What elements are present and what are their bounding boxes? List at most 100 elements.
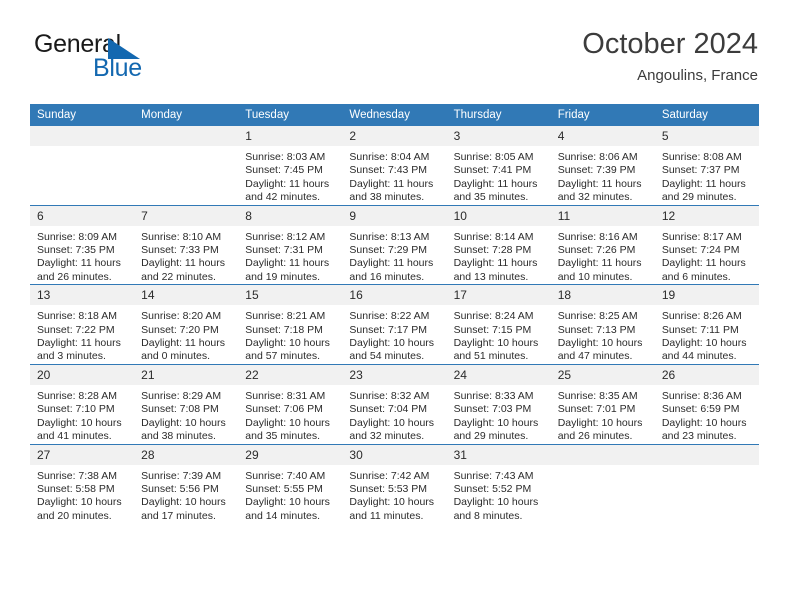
sunrise-text: Sunrise: 7:40 AM: [245, 469, 326, 482]
weekday-header-saturday: Saturday: [654, 104, 759, 126]
sunrise-text: Sunrise: 7:42 AM: [349, 469, 430, 482]
day-details: Sunrise: 8:14 AM Sunset: 7:28 PM Daylight:…: [447, 226, 551, 285]
day-number: 16: [342, 285, 447, 306]
day-details: Sunrise: 7:43 AM Sunset: 5:52 PM Daylight:…: [447, 465, 551, 524]
day-cell[interactable]: 7 Sunrise: 8:10 AM Sunset: 7:33 PM Daylight…: [134, 204, 239, 285]
day-cell[interactable]: 14 Sunrise: 8:20 AM Sunset: 7:20 PM Dayligh…: [134, 284, 239, 365]
day-number: 15: [238, 285, 343, 306]
calendar-week-row: 13 Sunrise: 8:18 AM Sunset: 7:22 PM Dayligh…: [30, 284, 759, 365]
day-cell[interactable]: 31 Sunrise: 7:43 AM Sunset: 5:52 PM Dayligh…: [446, 443, 551, 524]
day-number: 10: [446, 205, 551, 226]
day-cell[interactable]: 4 Sunrise: 8:06 AM Sunset: 7:39 PM Daylight…: [550, 126, 655, 205]
day-cell[interactable]: 24 Sunrise: 8:33 AM Sunset: 7:03 PM Dayligh…: [446, 363, 551, 444]
day-cell[interactable]: 2 Sunrise: 8:04 AM Sunset: 7:43 PM Daylight…: [342, 126, 447, 205]
day-details: Sunrise: 8:04 AM Sunset: 7:43 PM Daylight:…: [342, 146, 446, 205]
day-cell[interactable]: 19 Sunrise: 8:26 AM Sunset: 7:11 PM Dayligh…: [654, 284, 759, 365]
day-cell[interactable]: 3 Sunrise: 8:05 AM Sunset: 7:41 PM Daylight…: [446, 126, 551, 205]
daylight-text: Daylight: 11 hours and 3 minutes.: [37, 337, 121, 363]
day-number: 29: [238, 444, 343, 465]
weekday-header-wednesday: Wednesday: [342, 104, 447, 126]
day-details: Sunrise: 8:35 AM Sunset: 7:01 PM Daylight:…: [551, 385, 655, 444]
day-cell[interactable]: 10 Sunrise: 8:14 AM Sunset: 7:28 PM Dayligh…: [446, 204, 551, 285]
daylight-text: Daylight: 10 hours and 38 minutes.: [141, 416, 226, 443]
sunset-text: Sunset: 7:26 PM: [557, 244, 636, 257]
daylight-text: Daylight: 11 hours and 42 minutes.: [245, 177, 330, 204]
day-number: [30, 126, 135, 146]
day-details: Sunrise: 8:18 AM Sunset: 7:22 PM Daylight:…: [30, 305, 134, 364]
day-cell[interactable]: 18 Sunrise: 8:25 AM Sunset: 7:13 PM Dayligh…: [550, 284, 655, 365]
sunrise-text: Sunrise: 8:10 AM: [141, 230, 222, 243]
daylight-text: Daylight: 11 hours and 6 minutes.: [661, 257, 746, 283]
day-cell[interactable]: 5 Sunrise: 8:08 AM Sunset: 7:37 PM Daylight…: [654, 126, 759, 205]
brand-name-blue: Blue: [93, 54, 142, 82]
sunset-text: Sunset: 7:03 PM: [453, 403, 532, 416]
day-number: 1: [238, 126, 343, 146]
day-cell[interactable]: 11 Sunrise: 8:16 AM Sunset: 7:26 PM Dayligh…: [550, 204, 655, 285]
day-number: 21: [134, 364, 239, 385]
sunset-text: Sunset: 7:29 PM: [349, 244, 428, 257]
sunset-text: Sunset: 7:20 PM: [141, 323, 219, 336]
weekday-header-monday: Monday: [134, 104, 239, 126]
sunset-text: Sunset: 7:31 PM: [245, 244, 323, 257]
day-number: 31: [446, 444, 551, 465]
day-cell[interactable]: 26 Sunrise: 8:36 AM Sunset: 6:59 PM Dayligh…: [654, 363, 759, 444]
day-cell[interactable]: 16 Sunrise: 8:22 AM Sunset: 7:17 PM Dayligh…: [342, 284, 447, 365]
sunset-text: Sunset: 7:01 PM: [557, 403, 636, 416]
day-cell[interactable]: 12 Sunrise: 8:17 AM Sunset: 7:24 PM Dayligh…: [654, 204, 759, 285]
day-details: Sunrise: 8:05 AM Sunset: 7:41 PM Daylight:…: [447, 146, 551, 205]
sunrise-text: Sunrise: 8:25 AM: [557, 310, 638, 323]
daylight-text: Daylight: 11 hours and 0 minutes.: [141, 337, 225, 363]
sunrise-text: Sunrise: 8:17 AM: [661, 230, 742, 243]
day-cell-empty: [30, 126, 135, 205]
sunset-text: Sunset: 5:52 PM: [453, 482, 532, 495]
day-cell[interactable]: 15 Sunrise: 8:21 AM Sunset: 7:18 PM Dayligh…: [238, 284, 343, 365]
day-cell[interactable]: 29 Sunrise: 7:40 AM Sunset: 5:55 PM Dayligh…: [238, 443, 343, 524]
day-number: 5: [654, 126, 759, 146]
day-number: 9: [342, 205, 447, 226]
day-number: 2: [342, 126, 447, 146]
day-number: 19: [654, 285, 759, 306]
daylight-text: Daylight: 11 hours and 16 minutes.: [349, 257, 434, 283]
day-details: Sunrise: 7:42 AM Sunset: 5:53 PM Daylight:…: [342, 465, 446, 524]
day-cell[interactable]: 9 Sunrise: 8:13 AM Sunset: 7:29 PM Daylight…: [342, 204, 447, 285]
day-number: 25: [550, 364, 655, 385]
brand-logo[interactable]: General Blue: [34, 32, 254, 90]
day-cell[interactable]: 6 Sunrise: 8:09 AM Sunset: 7:35 PM Daylight…: [30, 204, 135, 285]
sunrise-text: Sunrise: 8:05 AM: [453, 151, 534, 163]
day-number: 6: [30, 205, 135, 226]
day-details: Sunrise: 8:29 AM Sunset: 7:08 PM Daylight:…: [134, 385, 238, 444]
daylight-text: Daylight: 10 hours and 26 minutes.: [557, 416, 643, 443]
sunrise-text: Sunrise: 8:22 AM: [349, 310, 430, 323]
sunrise-text: Sunrise: 8:36 AM: [661, 389, 742, 402]
sunrise-text: Sunrise: 8:16 AM: [557, 230, 638, 243]
day-cell[interactable]: 22 Sunrise: 8:31 AM Sunset: 7:06 PM Dayligh…: [238, 363, 343, 444]
day-cell[interactable]: 28 Sunrise: 7:39 AM Sunset: 5:56 PM Dayligh…: [134, 443, 239, 524]
day-cell[interactable]: 8 Sunrise: 8:12 AM Sunset: 7:31 PM Daylight…: [238, 204, 343, 285]
day-details: Sunrise: 8:09 AM Sunset: 7:35 PM Daylight:…: [30, 226, 134, 285]
day-number: 20: [30, 364, 135, 385]
day-cell[interactable]: 20 Sunrise: 8:28 AM Sunset: 7:10 PM Dayligh…: [30, 363, 135, 444]
day-cell[interactable]: 13 Sunrise: 8:18 AM Sunset: 7:22 PM Dayligh…: [30, 284, 135, 365]
day-cell[interactable]: 1 Sunrise: 8:03 AM Sunset: 7:45 PM Daylight…: [238, 126, 343, 205]
daylight-text: Daylight: 10 hours and 44 minutes.: [661, 337, 747, 363]
daylight-text: Daylight: 11 hours and 19 minutes.: [245, 257, 330, 283]
day-cell[interactable]: 23 Sunrise: 8:32 AM Sunset: 7:04 PM Dayligh…: [342, 363, 447, 444]
day-cell[interactable]: 30 Sunrise: 7:42 AM Sunset: 5:53 PM Dayligh…: [342, 443, 447, 524]
day-cell[interactable]: 25 Sunrise: 8:35 AM Sunset: 7:01 PM Dayligh…: [550, 363, 655, 444]
day-number: 26: [654, 364, 759, 385]
day-cell[interactable]: 27 Sunrise: 7:38 AM Sunset: 5:58 PM Dayligh…: [30, 443, 135, 524]
daylight-text: Daylight: 10 hours and 54 minutes.: [349, 337, 435, 363]
day-number: [654, 444, 759, 465]
sunrise-text: Sunrise: 8:04 AM: [349, 151, 430, 163]
sunset-text: Sunset: 5:56 PM: [141, 482, 219, 495]
day-details: Sunrise: 8:08 AM Sunset: 7:37 PM Daylight:…: [655, 146, 759, 205]
sunrise-text: Sunrise: 7:39 AM: [141, 469, 222, 482]
day-details: Sunrise: 8:21 AM Sunset: 7:18 PM Daylight:…: [238, 305, 342, 364]
day-details: Sunrise: 8:31 AM Sunset: 7:06 PM Daylight:…: [238, 385, 342, 444]
day-cell[interactable]: 21 Sunrise: 8:29 AM Sunset: 7:08 PM Dayligh…: [134, 363, 239, 444]
sunset-text: Sunset: 7:08 PM: [141, 403, 219, 416]
daylight-text: Daylight: 10 hours and 11 minutes.: [349, 496, 435, 522]
day-cell[interactable]: 17 Sunrise: 8:24 AM Sunset: 7:15 PM Dayligh…: [446, 284, 551, 365]
sunrise-text: Sunrise: 8:03 AM: [245, 151, 326, 163]
weekday-header-tuesday: Tuesday: [238, 104, 343, 126]
